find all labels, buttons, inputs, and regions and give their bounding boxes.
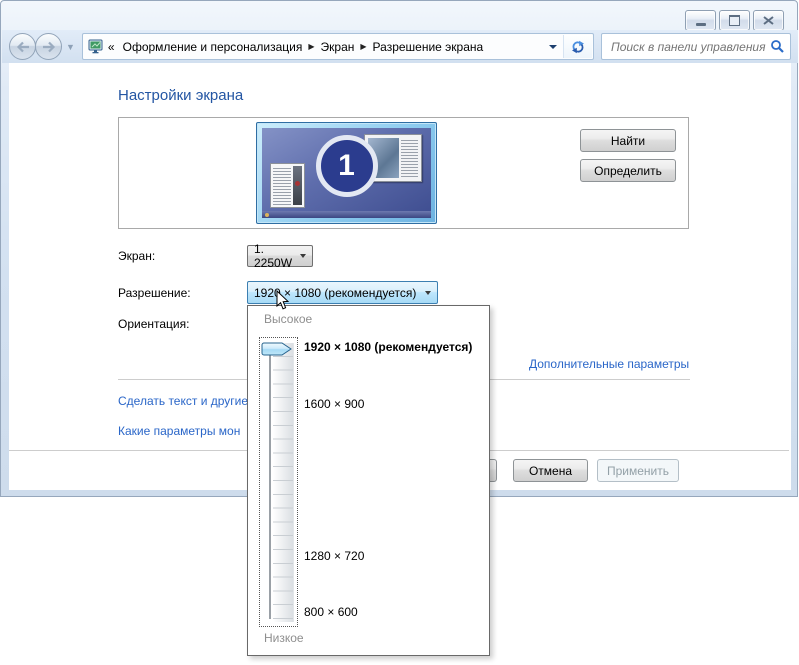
taskbar-thumbnail <box>262 211 431 218</box>
minimize-icon <box>695 22 706 26</box>
apply-button[interactable]: Применить <box>597 459 679 482</box>
maximize-button[interactable] <box>719 10 750 31</box>
identify-button[interactable]: Определить <box>580 159 676 182</box>
resolution-option[interactable]: 800 × 600 <box>304 605 358 619</box>
cancel-button[interactable]: Отмена <box>513 459 588 482</box>
make-text-larger-link[interactable]: Сделать текст и другие <box>118 394 248 408</box>
monitor-number-badge: 1 <box>315 134 378 197</box>
back-button[interactable] <box>9 33 36 60</box>
advanced-settings-link[interactable]: Дополнительные параметры <box>529 357 689 371</box>
maximize-icon <box>729 15 740 26</box>
address-dropdown-button[interactable] <box>543 35 563 58</box>
monitor-number: 1 <box>338 148 355 182</box>
forward-button[interactable] <box>35 33 62 60</box>
breadcrumb-item-appearance[interactable]: Оформление и персонализация <box>118 40 308 54</box>
resolution-option[interactable]: 1920 × 1080 (рекомендуется) <box>304 340 472 354</box>
search-box[interactable] <box>601 33 791 60</box>
slider-thumb[interactable] <box>261 342 293 356</box>
desktop-dialog-thumbnail <box>270 163 305 208</box>
resolution-label: Разрешение: <box>118 286 191 300</box>
start-orb-icon <box>265 213 269 217</box>
breadcrumb-separator-icon: ▶ <box>308 42 315 51</box>
caption-buttons <box>685 10 784 31</box>
refresh-icon <box>572 40 584 53</box>
screen-select-value: 1. 2250W <box>254 242 293 270</box>
resolution-option[interactable]: 1600 × 900 <box>304 397 364 411</box>
chevron-down-icon <box>300 254 307 258</box>
orientation-label: Ориентация: <box>118 317 190 331</box>
resolution-option[interactable]: 1280 × 720 <box>304 549 364 563</box>
slider-groove <box>269 346 271 619</box>
screen-label: Экран: <box>118 249 156 263</box>
close-icon <box>763 16 774 25</box>
high-label: Высокое <box>264 312 313 326</box>
resolution-slider[interactable] <box>259 337 298 627</box>
breadcrumb-item-resolution[interactable]: Разрешение экрана <box>368 40 489 54</box>
what-display-settings-link[interactable]: Какие параметры мон <box>118 424 240 438</box>
refresh-button[interactable] <box>563 35 592 58</box>
address-bar[interactable]: « Оформление и персонализация ▶ Экран ▶ … <box>81 33 594 60</box>
breadcrumb-item-display[interactable]: Экран <box>316 40 360 54</box>
breadcrumb-separator-icon: ▶ <box>360 42 367 51</box>
minimize-button[interactable] <box>685 10 716 31</box>
chevron-down-icon <box>425 290 431 295</box>
back-icon <box>16 41 29 52</box>
recent-pages-chevron-icon[interactable]: ▼ <box>66 42 75 52</box>
breadcrumb-overflow[interactable]: « <box>104 40 118 54</box>
monitor-screen: 1 <box>262 128 431 218</box>
low-label: Низкое <box>264 631 304 645</box>
monitor-preview[interactable]: 1 <box>256 122 437 224</box>
search-input[interactable] <box>609 38 770 55</box>
screen-select[interactable]: 1. 2250W <box>247 242 313 270</box>
chevron-down-icon <box>549 44 557 49</box>
search-icon[interactable] <box>770 39 785 54</box>
slider-track[interactable] <box>273 343 294 622</box>
navigation-bar: ▼ « Оформление и персонализация ▶ Экран … <box>2 30 798 63</box>
find-button[interactable]: Найти <box>580 129 676 152</box>
page-title: Настройки экрана <box>118 87 244 104</box>
display-icon <box>88 39 103 54</box>
forward-icon <box>42 41 55 52</box>
mouse-cursor-icon <box>276 290 290 310</box>
close-button[interactable] <box>753 10 784 31</box>
resolution-dropdown-panel: Высокое 1920 × 1080 (рекомендуется) 1600… <box>247 305 490 656</box>
